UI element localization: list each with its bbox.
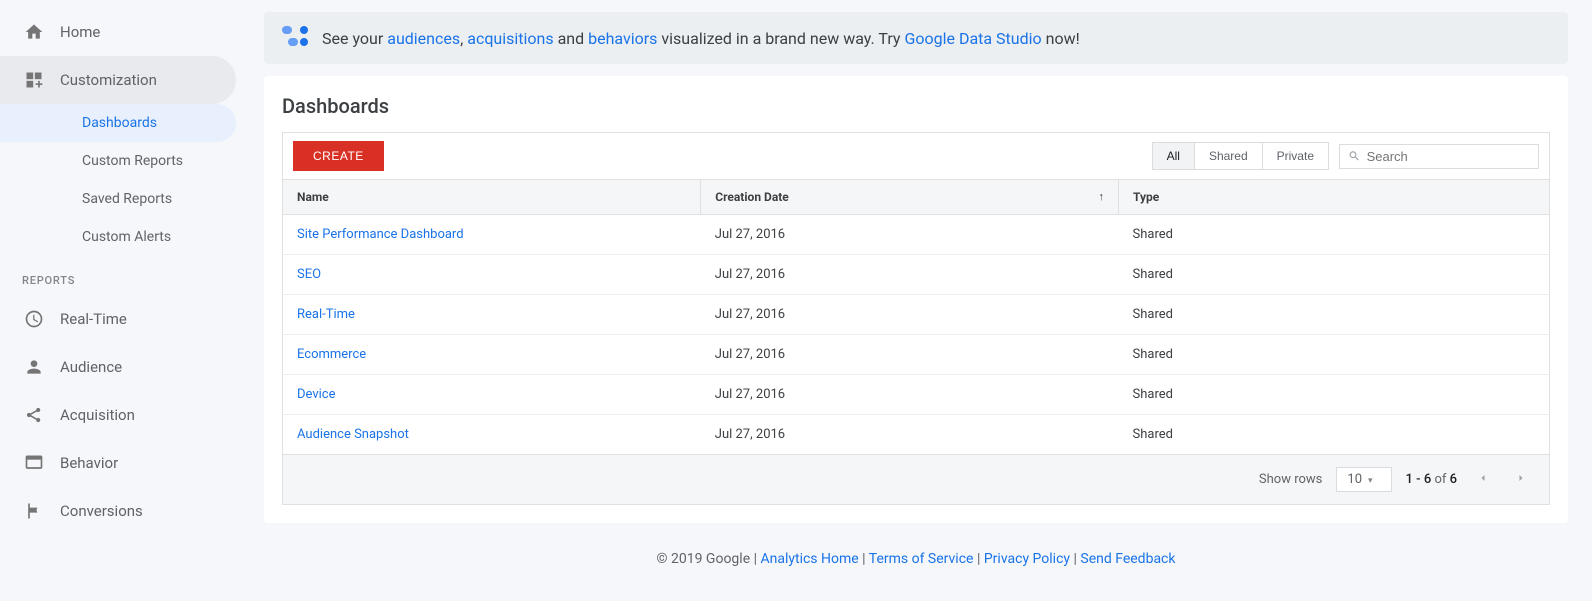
subnav-dashboards[interactable]: Dashboards xyxy=(0,104,236,142)
sort-asc-icon: ↑ xyxy=(1099,190,1105,203)
data-studio-banner: See your audiences, acquisitions and beh… xyxy=(264,12,1568,64)
nav-label: Audience xyxy=(60,358,122,376)
cell-type: Shared xyxy=(1119,295,1549,335)
subnav-custom-alerts[interactable]: Custom Alerts xyxy=(0,218,240,256)
feedback-link[interactable]: Send Feedback xyxy=(1080,551,1175,567)
prev-page-button[interactable] xyxy=(1471,468,1495,491)
search-icon xyxy=(1348,149,1361,163)
dashboard-link[interactable]: Ecommerce xyxy=(297,347,366,362)
col-type[interactable]: Type xyxy=(1119,180,1549,215)
cell-type: Shared xyxy=(1119,375,1549,415)
subnav-custom-reports[interactable]: Custom Reports xyxy=(0,142,240,180)
nav-audience[interactable]: Audience xyxy=(0,343,240,391)
search-input[interactable] xyxy=(1367,149,1530,164)
tos-link[interactable]: Terms of Service xyxy=(869,551,974,567)
nav-conversions[interactable]: Conversions xyxy=(0,487,240,535)
next-page-button[interactable] xyxy=(1509,468,1533,491)
show-rows-label: Show rows xyxy=(1259,472,1322,487)
nav-label: Customization xyxy=(60,71,157,89)
dashboard-link[interactable]: Device xyxy=(297,387,336,402)
nav-label: Behavior xyxy=(60,454,118,472)
nav-label: Home xyxy=(60,23,100,41)
cell-date: Jul 27, 2016 xyxy=(701,255,1119,295)
table-row: Site Performance Dashboard Jul 27, 2016Sh… xyxy=(283,215,1549,255)
cell-type: Shared xyxy=(1119,255,1549,295)
cell-type: Shared xyxy=(1119,215,1549,255)
table-row: Audience Snapshot Jul 27, 2016Shared xyxy=(283,415,1549,455)
data-studio-icon xyxy=(282,26,308,50)
dashboard-icon xyxy=(22,68,46,92)
gds-link[interactable]: Google Data Studio xyxy=(904,29,1041,48)
flag-icon xyxy=(22,499,46,523)
privacy-link[interactable]: Privacy Policy xyxy=(984,551,1070,567)
filter-private[interactable]: Private xyxy=(1263,143,1328,169)
nav-customization[interactable]: Customization xyxy=(0,56,236,104)
search-box[interactable] xyxy=(1339,144,1539,169)
dashboard-link[interactable]: Audience Snapshot xyxy=(297,427,409,442)
sidebar: Home Customization Dashboards Custom Rep… xyxy=(0,0,240,601)
nav-home[interactable]: Home xyxy=(0,8,240,56)
cell-type: Shared xyxy=(1119,415,1549,455)
filter-shared[interactable]: Shared xyxy=(1195,143,1263,169)
audiences-link[interactable]: audiences xyxy=(387,29,460,48)
analytics-home-link[interactable]: Analytics Home xyxy=(760,551,858,567)
cell-type: Shared xyxy=(1119,335,1549,375)
customization-subnav: Dashboards Custom Reports Saved Reports … xyxy=(0,104,240,256)
reports-header: REPORTS xyxy=(0,256,240,295)
pager-range: 1 - 6 of 6 xyxy=(1406,472,1457,487)
home-icon xyxy=(22,20,46,44)
dashboards-table-wrap: CREATE All Shared Private N xyxy=(282,132,1550,505)
dashboard-link[interactable]: SEO xyxy=(297,267,321,282)
create-button[interactable]: CREATE xyxy=(293,141,384,171)
behaviors-link[interactable]: behaviors xyxy=(588,29,657,48)
cell-date: Jul 27, 2016 xyxy=(701,335,1119,375)
nav-label: Conversions xyxy=(60,502,143,520)
rows-per-page-select[interactable]: 10 xyxy=(1336,467,1391,492)
dashboard-link[interactable]: Real-Time xyxy=(297,307,355,322)
nav-acquisition[interactable]: Acquisition xyxy=(0,391,240,439)
dashboards-panel: Dashboards CREATE All Shared Private xyxy=(264,76,1568,523)
table-row: Device Jul 27, 2016Shared xyxy=(283,375,1549,415)
col-creation-date[interactable]: Creation Date↑ xyxy=(701,180,1119,215)
cell-date: Jul 27, 2016 xyxy=(701,415,1119,455)
subnav-saved-reports[interactable]: Saved Reports xyxy=(0,180,240,218)
pager: Show rows 10 1 - 6 of 6 xyxy=(283,454,1549,504)
main-content: See your audiences, acquisitions and beh… xyxy=(240,0,1592,601)
table-row: Ecommerce Jul 27, 2016Shared xyxy=(283,335,1549,375)
nav-behavior[interactable]: Behavior xyxy=(0,439,240,487)
page-title: Dashboards xyxy=(282,94,1550,118)
cell-date: Jul 27, 2016 xyxy=(701,215,1119,255)
table-row: Real-Time Jul 27, 2016Shared xyxy=(283,295,1549,335)
person-icon xyxy=(22,355,46,379)
clock-icon xyxy=(22,307,46,331)
dashboard-link[interactable]: Site Performance Dashboard xyxy=(297,227,464,242)
col-name[interactable]: Name xyxy=(283,180,701,215)
filter-group: All Shared Private xyxy=(1152,142,1329,170)
toolbar: CREATE All Shared Private xyxy=(283,133,1549,180)
nav-label: Acquisition xyxy=(60,406,135,424)
share-icon xyxy=(22,403,46,427)
cell-date: Jul 27, 2016 xyxy=(701,375,1119,415)
dashboards-table: Name Creation Date↑ Type Site Performanc… xyxy=(283,180,1549,454)
cell-date: Jul 27, 2016 xyxy=(701,295,1119,335)
nav-realtime[interactable]: Real-Time xyxy=(0,295,240,343)
footer: © 2019 Google | Analytics Home | Terms o… xyxy=(264,523,1568,577)
filter-all[interactable]: All xyxy=(1153,143,1195,169)
nav-label: Real-Time xyxy=(60,310,127,328)
banner-text: See your audiences, acquisitions and beh… xyxy=(322,29,1080,48)
behavior-icon xyxy=(22,451,46,475)
table-row: SEO Jul 27, 2016Shared xyxy=(283,255,1549,295)
acquisitions-link[interactable]: acquisitions xyxy=(467,29,553,48)
